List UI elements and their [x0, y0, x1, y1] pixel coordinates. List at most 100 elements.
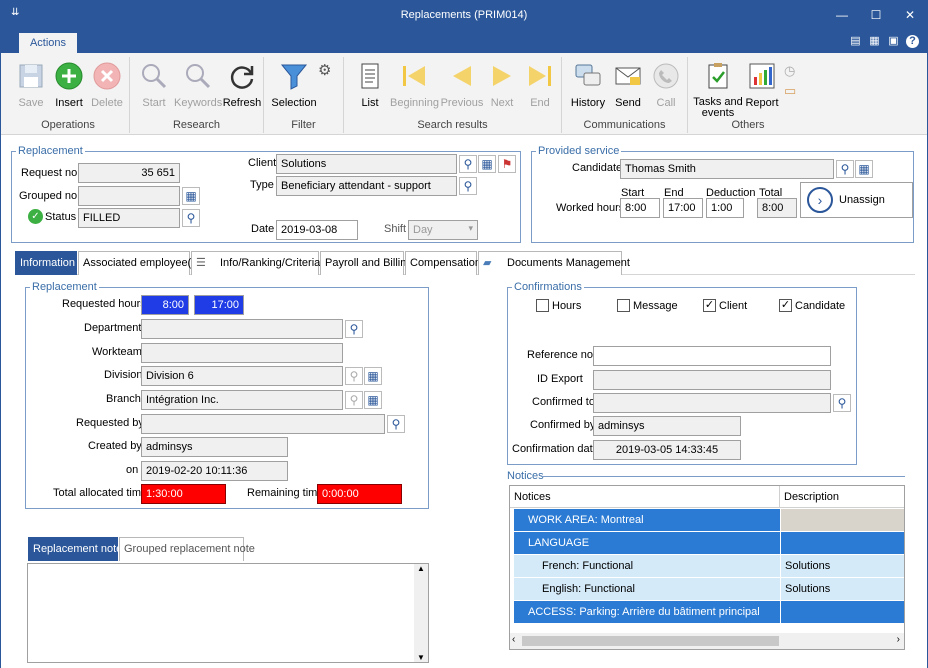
- scroll-right-icon[interactable]: ›: [897, 634, 900, 645]
- beginning-button[interactable]: Beginning: [390, 61, 439, 109]
- created-on-field: 2019-02-20 10:11:36: [141, 461, 288, 481]
- status-search-icon[interactable]: ⚲: [182, 209, 200, 227]
- next-button[interactable]: Next: [484, 61, 520, 109]
- date-field[interactable]: 2019-03-08: [276, 220, 358, 240]
- end-field[interactable]: 17:00: [663, 198, 703, 218]
- delete-button[interactable]: Delete: [89, 61, 125, 109]
- table-row[interactable]: ACCESS: Parking: Arrière du bâtiment pri…: [514, 601, 904, 623]
- insert-button[interactable]: Insert: [51, 61, 87, 109]
- inbox-icon[interactable]: ▭: [784, 83, 796, 99]
- candidate-field[interactable]: Thomas Smith: [620, 159, 834, 179]
- candidate-search-icon[interactable]: ⚲: [836, 160, 854, 178]
- send-button[interactable]: Send: [610, 61, 646, 109]
- start-button[interactable]: Start: [136, 61, 172, 109]
- confirmed-to-search-icon[interactable]: ⚲: [833, 394, 851, 412]
- id-export-field[interactable]: [593, 370, 831, 390]
- list-button[interactable]: List: [352, 61, 388, 109]
- help-icon[interactable]: ?: [906, 35, 919, 48]
- confirmed-to-field[interactable]: [593, 393, 831, 413]
- grouped-no-field[interactable]: [78, 186, 180, 206]
- report-button[interactable]: Report: [744, 61, 780, 109]
- group-filter: Selection ⚙ Filter: [264, 57, 344, 133]
- client-field[interactable]: Solutions: [276, 154, 457, 174]
- scroll-up-icon[interactable]: ▲: [417, 564, 425, 573]
- minimize-button[interactable]: —: [827, 5, 857, 25]
- message-checkbox[interactable]: [617, 299, 630, 312]
- requested-by-field[interactable]: [141, 414, 385, 434]
- replacement-note-textarea[interactable]: ▲ ▼: [27, 563, 429, 663]
- tab-documents[interactable]: ▰ Documents Management: [478, 251, 630, 275]
- division-folder-icon[interactable]: ▦: [364, 367, 382, 385]
- notices-divider: [541, 476, 905, 477]
- requested-by-search-icon[interactable]: ⚲: [387, 415, 405, 433]
- branch-folder-icon[interactable]: ▦: [364, 391, 382, 409]
- request-no-field[interactable]: 35 651: [78, 163, 180, 183]
- tab-replacement-note[interactable]: Replacement note: [28, 537, 122, 561]
- shift-select[interactable]: Day ▾: [408, 220, 478, 240]
- requested-start-field[interactable]: 8:00: [141, 295, 189, 315]
- table-row[interactable]: LANGUAGE: [514, 532, 904, 554]
- client-checkbox[interactable]: ✓: [703, 299, 716, 312]
- department-field[interactable]: [141, 319, 343, 339]
- calculator-icon[interactable]: ▤: [849, 35, 862, 48]
- notices-column-header[interactable]: Notices: [510, 486, 780, 508]
- folder-icon: ▰: [483, 257, 492, 269]
- department-search-icon[interactable]: ⚲: [345, 320, 363, 338]
- division-field[interactable]: Division 6: [141, 366, 343, 386]
- table-row[interactable]: WORK AREA: Montreal: [514, 509, 904, 531]
- history-button[interactable]: History: [568, 61, 608, 109]
- horizontal-scrollbar[interactable]: ‹ ›: [510, 633, 904, 649]
- gear-icon[interactable]: ⚙: [318, 61, 331, 79]
- confirmed-by-field: adminsys: [593, 416, 741, 436]
- tab-payroll-billing[interactable]: Payroll and Billing: [320, 251, 412, 275]
- tab-info-ranking[interactable]: ☰ Info/Ranking/Criteria: [191, 251, 320, 275]
- start-field[interactable]: 8:00: [620, 198, 660, 218]
- selection-button[interactable]: Selection: [268, 61, 320, 109]
- clock-icon[interactable]: ◷: [784, 63, 795, 79]
- reference-field[interactable]: [593, 346, 831, 366]
- grouped-folder-icon[interactable]: ▦: [182, 187, 200, 205]
- type-search-icon[interactable]: ⚲: [459, 177, 477, 195]
- client-folder-icon[interactable]: ▦: [478, 155, 496, 173]
- maximize-button[interactable]: ☐: [861, 5, 891, 25]
- window-title: Replacements (PRIM014): [400, 9, 528, 21]
- next-icon: [493, 66, 511, 86]
- lock-icon[interactable]: ▣: [887, 35, 900, 48]
- table-row[interactable]: English: Functional Solutions: [514, 578, 904, 600]
- tasks-events-button[interactable]: Tasks and events: [692, 61, 744, 119]
- scrollbar-thumb[interactable]: [522, 636, 779, 646]
- tab-actions[interactable]: Actions: [19, 33, 77, 53]
- status-field[interactable]: FILLED: [78, 208, 180, 228]
- tab-information[interactable]: Information: [15, 251, 77, 275]
- candidate-checkbox[interactable]: ✓: [779, 299, 792, 312]
- map-pin-icon[interactable]: ⚑: [498, 155, 516, 173]
- save-button[interactable]: Save: [13, 61, 49, 109]
- requested-end-field[interactable]: 17:00: [194, 295, 244, 315]
- tab-compensation[interactable]: Compensation: [405, 251, 481, 275]
- refresh-button[interactable]: Refresh: [222, 61, 262, 109]
- division-search-icon[interactable]: ⚲: [345, 367, 363, 385]
- scroll-left-icon[interactable]: ‹: [512, 634, 515, 645]
- tab-grouped-replacement-note[interactable]: Grouped replacement note: [119, 537, 255, 561]
- candidate-folder-icon[interactable]: ▦: [855, 160, 873, 178]
- calendar-icon[interactable]: ▦: [868, 35, 881, 48]
- workteam-field[interactable]: [141, 343, 343, 363]
- scroll-down-icon[interactable]: ▼: [417, 653, 425, 662]
- branch-field[interactable]: Intégration Inc.: [141, 390, 343, 410]
- vertical-scrollbar[interactable]: ▲ ▼: [414, 564, 428, 662]
- close-button[interactable]: ✕: [895, 5, 925, 25]
- type-field[interactable]: Beneficiary attendant - support: [276, 176, 457, 196]
- hours-checkbox[interactable]: [536, 299, 549, 312]
- keywords-button[interactable]: Keywords: [174, 61, 222, 109]
- title-bar: ⇊ Replacements (PRIM014) — ☐ ✕: [1, 1, 927, 31]
- previous-button[interactable]: Previous: [440, 61, 484, 109]
- table-row[interactable]: French: Functional Solutions: [514, 555, 904, 577]
- client-search-icon[interactable]: ⚲: [459, 155, 477, 173]
- branch-search-icon[interactable]: ⚲: [345, 391, 363, 409]
- unassign-button[interactable]: › Unassign: [800, 182, 913, 218]
- tab-associated-employees[interactable]: Associated employee(s): [78, 251, 200, 275]
- call-button[interactable]: Call: [648, 61, 684, 109]
- deduction-field[interactable]: 1:00: [706, 198, 744, 218]
- end-button[interactable]: End: [522, 61, 558, 109]
- description-column-header[interactable]: Description: [780, 486, 904, 508]
